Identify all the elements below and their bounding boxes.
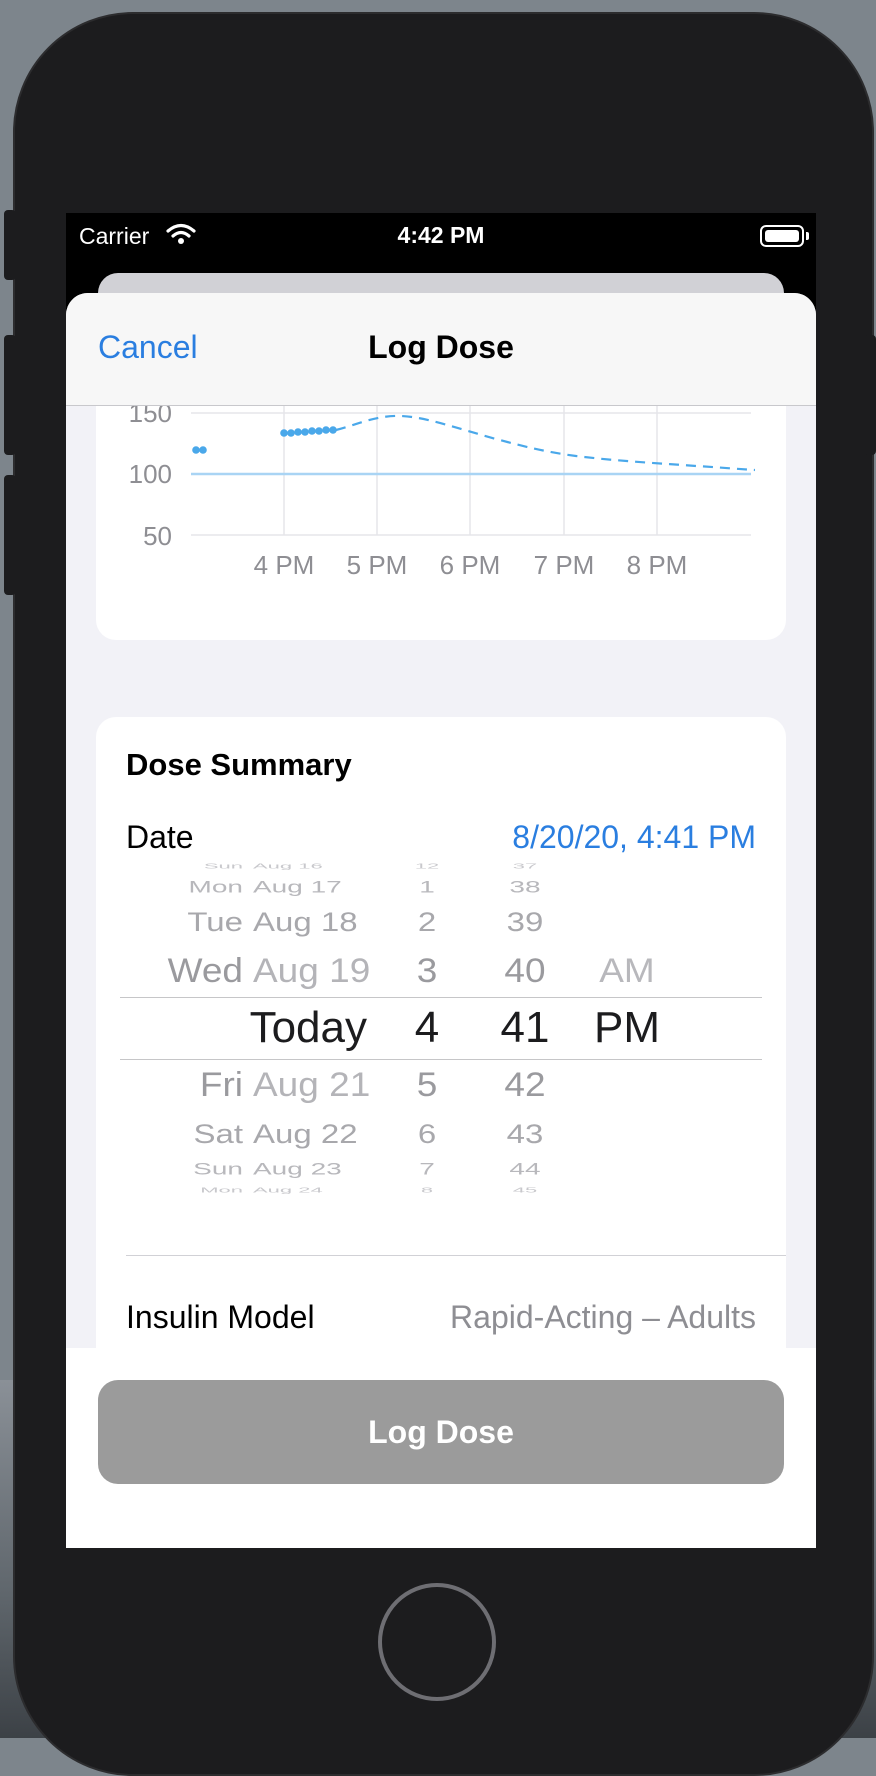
- picker-date-cell: Aug 17: [253, 877, 342, 896]
- x-tick-label: 7 PM: [534, 550, 595, 580]
- home-button[interactable]: [378, 1583, 496, 1701]
- battery-icon: [760, 225, 809, 247]
- picker-date-cell: Aug 24: [253, 1185, 323, 1195]
- glucose-point: [287, 429, 295, 437]
- date-value[interactable]: 8/20/20, 4:41 PM: [512, 819, 756, 856]
- insulin-model-value[interactable]: Rapid-Acting – Adults: [450, 1299, 756, 1336]
- forecast-line: [335, 414, 756, 472]
- picker-date-cell: Today: [249, 1003, 367, 1052]
- x-tick-label: 4 PM: [254, 550, 315, 580]
- picker-day-cell: Fri: [199, 1065, 243, 1104]
- x-tick-label: 6 PM: [440, 550, 501, 580]
- nav-title: Log Dose: [368, 329, 514, 365]
- picker-selection-bottom-line: [120, 1059, 762, 1060]
- glucose-point: [308, 427, 316, 435]
- picker-day-cell: Sat: [193, 1118, 243, 1149]
- section-divider: [126, 1255, 786, 1256]
- vertical-gridlines: [283, 393, 658, 535]
- power-button: [864, 335, 876, 455]
- glucose-point: [301, 428, 309, 436]
- picker-day-cell: Sun: [193, 1159, 243, 1178]
- picker-day-cell: Wed: [167, 951, 243, 990]
- picker-date-cell: Aug 18: [253, 906, 358, 937]
- glucose-history-points: [192, 426, 337, 454]
- navigation-bar: Cancel Log Dose: [66, 293, 816, 406]
- log-dose-button[interactable]: Log Dose: [98, 1380, 784, 1484]
- status-time: 4:42 PM: [397, 222, 485, 248]
- y-tick-label: 100: [129, 459, 172, 489]
- picker-day-cell: Tue: [187, 906, 243, 937]
- glucose-point: [315, 427, 323, 435]
- glucose-point: [294, 428, 302, 436]
- date-label: Date: [126, 819, 194, 855]
- picker-date-cell: Aug 21: [253, 1065, 371, 1104]
- volume-down-button: [4, 475, 16, 595]
- picker-selection-top-line: [120, 997, 762, 998]
- footer-bar: Log Dose: [66, 1348, 816, 1548]
- insulin-model-label: Insulin Model: [126, 1299, 315, 1335]
- glucose-point: [192, 446, 200, 454]
- glucose-point: [199, 446, 207, 454]
- y-tick-label: 50: [143, 521, 172, 551]
- status-bar: Carrier 4:42 PM: [66, 213, 816, 257]
- glucose-point: [322, 426, 330, 434]
- dose-summary-card: Dose Summary Date 8/20/20, 4:41 PM Sun Au…: [96, 717, 786, 1417]
- glucose-point: [280, 429, 288, 437]
- picker-day-cell: Sun: [203, 861, 243, 871]
- x-tick-label: 8 PM: [627, 550, 688, 580]
- screen: Carrier 4:42 PM Cancel Log Dose 150 100 …: [66, 213, 816, 1548]
- glucose-point: [329, 426, 337, 434]
- mute-switch: [4, 210, 16, 280]
- picker-day-cell: Mon: [188, 877, 243, 896]
- volume-up-button: [4, 335, 16, 455]
- dose-summary-title: Dose Summary: [126, 747, 352, 782]
- picker-day-cell: Mon: [200, 1185, 243, 1195]
- glucose-chart-card: 150 100 50 4 PM 5 PM 6 PM 7 PM 8 PM: [96, 373, 786, 640]
- date-time-picker[interactable]: Sun Aug 16 12 37 Mon Aug 17 1 38 Tue Aug 18 2 39 Wed…: [96, 857, 786, 1217]
- picker-date-cell: Aug 23: [253, 1159, 342, 1178]
- picker-date-cell: Aug 19: [253, 951, 371, 990]
- picker-date-cell: Aug 22: [253, 1118, 358, 1149]
- glucose-chart: 150 100 50 4 PM 5 PM 6 PM 7 PM 8 PM: [129, 393, 756, 580]
- x-tick-label: 5 PM: [347, 550, 408, 580]
- picker-date-cell: Aug 16: [253, 861, 323, 871]
